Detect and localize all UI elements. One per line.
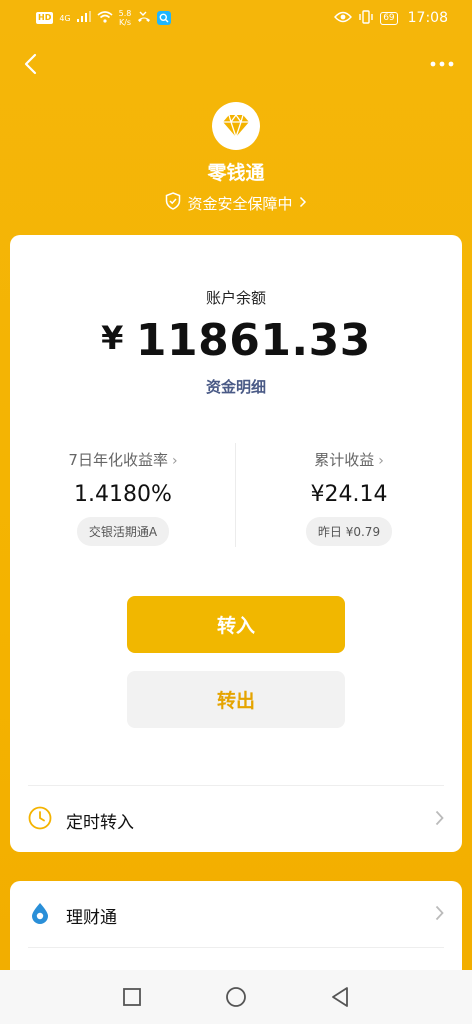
funds-detail-link[interactable]: 资金明细 — [10, 376, 462, 397]
wifi-icon — [97, 10, 113, 26]
home-icon[interactable] — [218, 979, 254, 1015]
balance-card: 账户余额 ¥11861.33 资金明细 7日年化收益率 › 1.4180% 交银活… — [10, 235, 462, 852]
hd-icon: HD — [36, 12, 54, 24]
net-speed: 5.8 K/s — [119, 9, 132, 27]
signal-icon — [76, 11, 91, 25]
safety-guarantee-link[interactable]: 资金安全保障中 — [0, 192, 472, 214]
yield-stat: 7日年化收益率 › 1.4180% 交银活期通A — [10, 449, 236, 546]
chevron-right-icon: › — [171, 453, 178, 469]
chevron-right-icon: › — [378, 453, 384, 469]
recent-apps-icon[interactable] — [114, 979, 150, 1015]
status-left: HD 4G 5.8 K/s — [36, 9, 172, 27]
scheduled-deposit-label: 定时转入 — [66, 812, 134, 833]
earnings-title-link[interactable]: 累计收益 › — [236, 449, 462, 470]
wealth-row[interactable]: 理财通 — [10, 885, 462, 945]
scheduled-deposit-row[interactable]: 定时转入 — [10, 790, 462, 850]
yield-title: 7日年化收益率 — [68, 451, 168, 469]
battery-icon: 69 — [380, 11, 398, 25]
vibrate-icon — [358, 9, 374, 27]
chevron-right-icon — [435, 905, 444, 925]
balance-label: 账户余额 — [205, 289, 266, 307]
yield-title-link[interactable]: 7日年化收益率 › — [10, 449, 236, 470]
clock-time: 17:08 — [407, 10, 448, 26]
withdraw-button[interactable]: 转出 — [127, 671, 345, 728]
deposit-button[interactable]: 转入 — [127, 596, 345, 653]
card-divider — [28, 785, 444, 786]
yield-value: 1.4180% — [74, 482, 172, 507]
net-speed-unit: K/s — [118, 18, 132, 27]
search-app-icon — [157, 11, 172, 25]
back-icon[interactable] — [322, 979, 358, 1015]
network-type-label: 4G — [59, 13, 71, 23]
fund-name-tag[interactable]: 交银活期通A — [76, 517, 170, 546]
product-title: 零钱通 — [207, 162, 265, 184]
diamond-icon — [212, 102, 260, 150]
eye-icon — [334, 11, 353, 26]
status-right: 69 17:08 — [334, 9, 448, 27]
earnings-title: 累计收益 — [314, 451, 375, 469]
chevron-right-icon — [299, 194, 307, 212]
earnings-value: ¥24.14 — [310, 482, 388, 507]
wealth-label: 理财通 — [66, 907, 117, 928]
app-bar — [0, 40, 472, 88]
back-arrow-icon[interactable] — [16, 50, 44, 78]
earnings-stat: 累计收益 › ¥24.14 昨日 ¥0.79 — [236, 449, 462, 546]
chevron-right-icon — [435, 810, 444, 830]
more-dots-icon[interactable] — [428, 50, 456, 78]
status-bar: HD 4G 5.8 K/s 69 17:08 — [0, 0, 472, 36]
system-nav-bar — [0, 970, 472, 1024]
net-speed-value: 5.8 — [118, 9, 132, 18]
card-divider — [28, 947, 444, 948]
clock-icon — [28, 806, 52, 834]
safety-text: 资金安全保障中 — [187, 194, 293, 213]
shield-check-icon — [165, 192, 181, 214]
wealth-drop-icon — [28, 901, 52, 929]
balance-amount: ¥11861.33 — [10, 315, 462, 366]
yesterday-earnings-tag: 昨日 ¥0.79 — [305, 517, 393, 546]
currency-symbol: ¥ — [101, 319, 124, 357]
wealth-card: 理财通 — [10, 881, 462, 981]
missed-call-icon — [137, 11, 151, 26]
balance-value: 11861.33 — [135, 315, 371, 366]
